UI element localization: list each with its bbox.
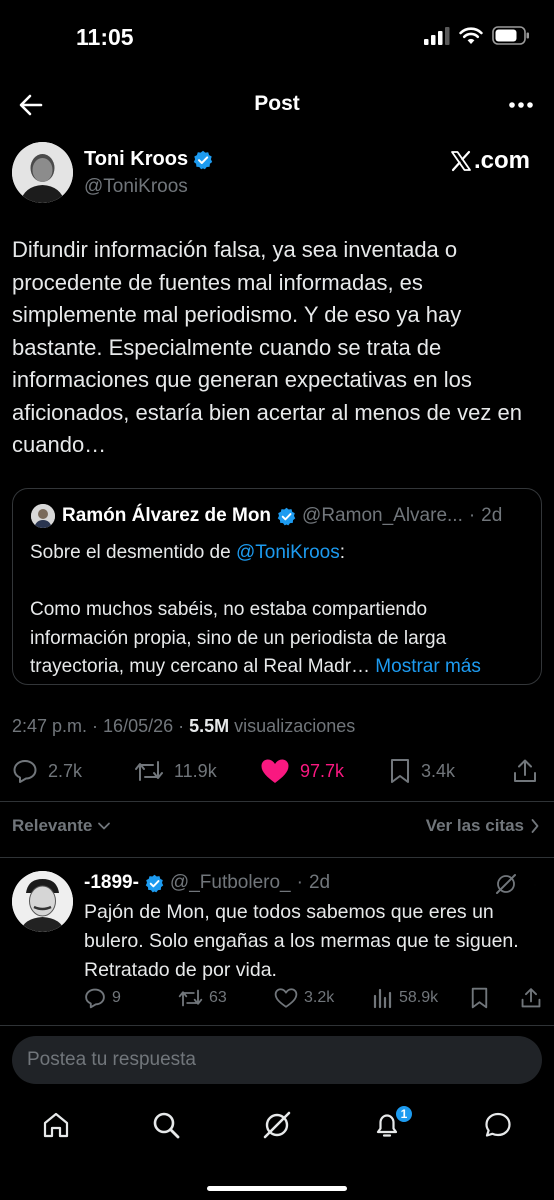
search-icon: [153, 1112, 180, 1139]
reply-author-handle[interactable]: @_Futbolero_: [170, 872, 291, 894]
more-vertical-icon: [534, 884, 536, 886]
reply-author-name[interactable]: -1899-: [84, 872, 139, 894]
repost-icon: [178, 989, 203, 1007]
reply-more-button[interactable]: [532, 882, 538, 888]
reply-share-button[interactable]: [520, 987, 542, 1009]
share-icon: [514, 759, 536, 782]
quote-separator: ·: [468, 505, 476, 526]
bookmark-button[interactable]: 3.4k: [389, 758, 455, 784]
reply-views-button[interactable]: 58.9k: [373, 987, 438, 1009]
quote-author-handle[interactable]: @Ramon_Alvare...: [302, 505, 463, 527]
status-icons: [424, 26, 530, 45]
reply-avatar[interactable]: [12, 871, 73, 932]
bookmark-icon: [391, 759, 409, 783]
analytics-icon: [373, 988, 392, 1009]
post-time: 2:47 p.m.: [12, 716, 88, 736]
battery-icon: [492, 26, 529, 45]
signal-icon: [424, 26, 450, 45]
reply-reply-button[interactable]: 9: [84, 987, 121, 1009]
verified-icon: [277, 507, 296, 525]
chevron-right-icon: [531, 819, 539, 833]
more-icon: [509, 102, 533, 108]
show-more-link[interactable]: Mostrar más: [375, 656, 481, 677]
view-quotes-label: Ver las citas: [425, 816, 524, 835]
nav-home[interactable]: [39, 1108, 73, 1142]
reply-separator: ·: [296, 872, 303, 893]
reply-icon: [85, 988, 105, 1009]
reply-header: -1899- @_Futbolero_ · 2d: [84, 872, 330, 894]
quote-text: Sobre el desmentido de @ToniKroos: Como …: [30, 539, 530, 682]
chevron-down-icon: [98, 822, 111, 830]
reply-actions: 9 63 3.2k 58.9k: [84, 987, 544, 1013]
reply-repost-button[interactable]: 63: [178, 987, 227, 1009]
post-date: 16/05/26: [103, 716, 174, 736]
repost-count: 11.9k: [174, 760, 217, 781]
share-button[interactable]: [512, 758, 538, 784]
quote-avatar[interactable]: [31, 504, 55, 528]
reply-age: 2d: [308, 872, 331, 893]
reply-bookmark-button[interactable]: [470, 987, 489, 1009]
home-indicator: [207, 1186, 347, 1191]
post-actions: 2.7k 11.9k 97.7k 3.4k: [12, 758, 542, 788]
wifi-icon: [459, 26, 483, 44]
bookmark-count: 3.4k: [421, 760, 456, 781]
reply-text: Pajón de Mon, que todos sabemos que eres…: [84, 901, 519, 981]
chat-icon: [485, 1112, 511, 1137]
bookmark-icon: [471, 987, 488, 1009]
reply-views-count: 58.9k: [399, 989, 439, 1006]
divider: [0, 801, 554, 802]
grok-icon: [263, 1111, 291, 1139]
quote-author-name[interactable]: Ramón Álvarez de Mon: [62, 505, 271, 527]
reply-like-count: 3.2k: [304, 989, 335, 1006]
divider: [0, 857, 554, 858]
nav-search[interactable]: [149, 1108, 183, 1142]
like-count: 97.7k: [300, 760, 345, 781]
heart-filled-icon: [261, 759, 289, 783]
bottom-nav: [0, 1104, 554, 1148]
reply-icon: [13, 760, 37, 783]
post-meta: 2:47 p.m. · 16/05/26 · 5.5M visualizacio…: [12, 716, 356, 736]
author-name[interactable]: Toni Kroos: [84, 148, 188, 171]
quote-header: Ramón Álvarez de Mon @Ramon_Alvare... · …: [62, 505, 502, 527]
repost-button[interactable]: 11.9k: [134, 758, 217, 784]
notification-badge: 1: [394, 1104, 414, 1124]
reply-count: 2.7k: [48, 760, 83, 781]
x-logo-icon: [451, 150, 471, 172]
view-quotes-link[interactable]: Ver las citas: [426, 816, 540, 836]
home-icon: [43, 1112, 69, 1138]
quoted-post[interactable]: Ramón Álvarez de Mon @Ramon_Alvare... · …: [12, 488, 542, 685]
repost-icon: [135, 761, 163, 781]
sort-dropdown[interactable]: Relevante: [12, 816, 111, 836]
quote-body: Como muchos sabéis, no estaba compartien…: [30, 599, 481, 677]
sort-label: Relevante: [12, 816, 93, 835]
status-time: 11:05: [76, 24, 134, 50]
grok-icon: [496, 874, 516, 894]
nav-messages[interactable]: [481, 1108, 515, 1142]
divider: [0, 1025, 554, 1026]
quote-line1: Sobre el desmentido de @ToniKroos:: [30, 542, 346, 563]
share-icon: [521, 988, 541, 1008]
views-count: 5.5M: [189, 716, 230, 736]
reply-input[interactable]: [12, 1036, 542, 1084]
like-button[interactable]: 97.7k: [260, 758, 344, 784]
verified-icon: [145, 874, 164, 892]
x-com-label: .com: [450, 147, 530, 175]
quote-age: 2d: [481, 505, 503, 526]
author-avatar[interactable]: [12, 142, 73, 203]
reply-repost-count: 63: [209, 989, 227, 1006]
reply-button[interactable]: 2.7k: [12, 758, 82, 784]
more-options-button[interactable]: [508, 101, 534, 109]
heart-icon: [274, 988, 298, 1008]
nav-grok[interactable]: [260, 1108, 294, 1142]
views-label: visualizaciones: [234, 716, 356, 736]
mention-link[interactable]: @ToniKroos: [236, 542, 340, 563]
grok-button[interactable]: [494, 872, 518, 896]
page-title: Post: [254, 92, 300, 115]
post-text: Difundir información falsa, ya sea inven…: [12, 237, 522, 457]
reply-like-button[interactable]: 3.2k: [274, 987, 334, 1009]
author-handle[interactable]: @ToniKroos: [84, 176, 188, 198]
verified-icon: [193, 150, 213, 169]
author-name-row[interactable]: Toni Kroos: [84, 148, 213, 171]
reply-reply-count: 9: [112, 989, 121, 1006]
